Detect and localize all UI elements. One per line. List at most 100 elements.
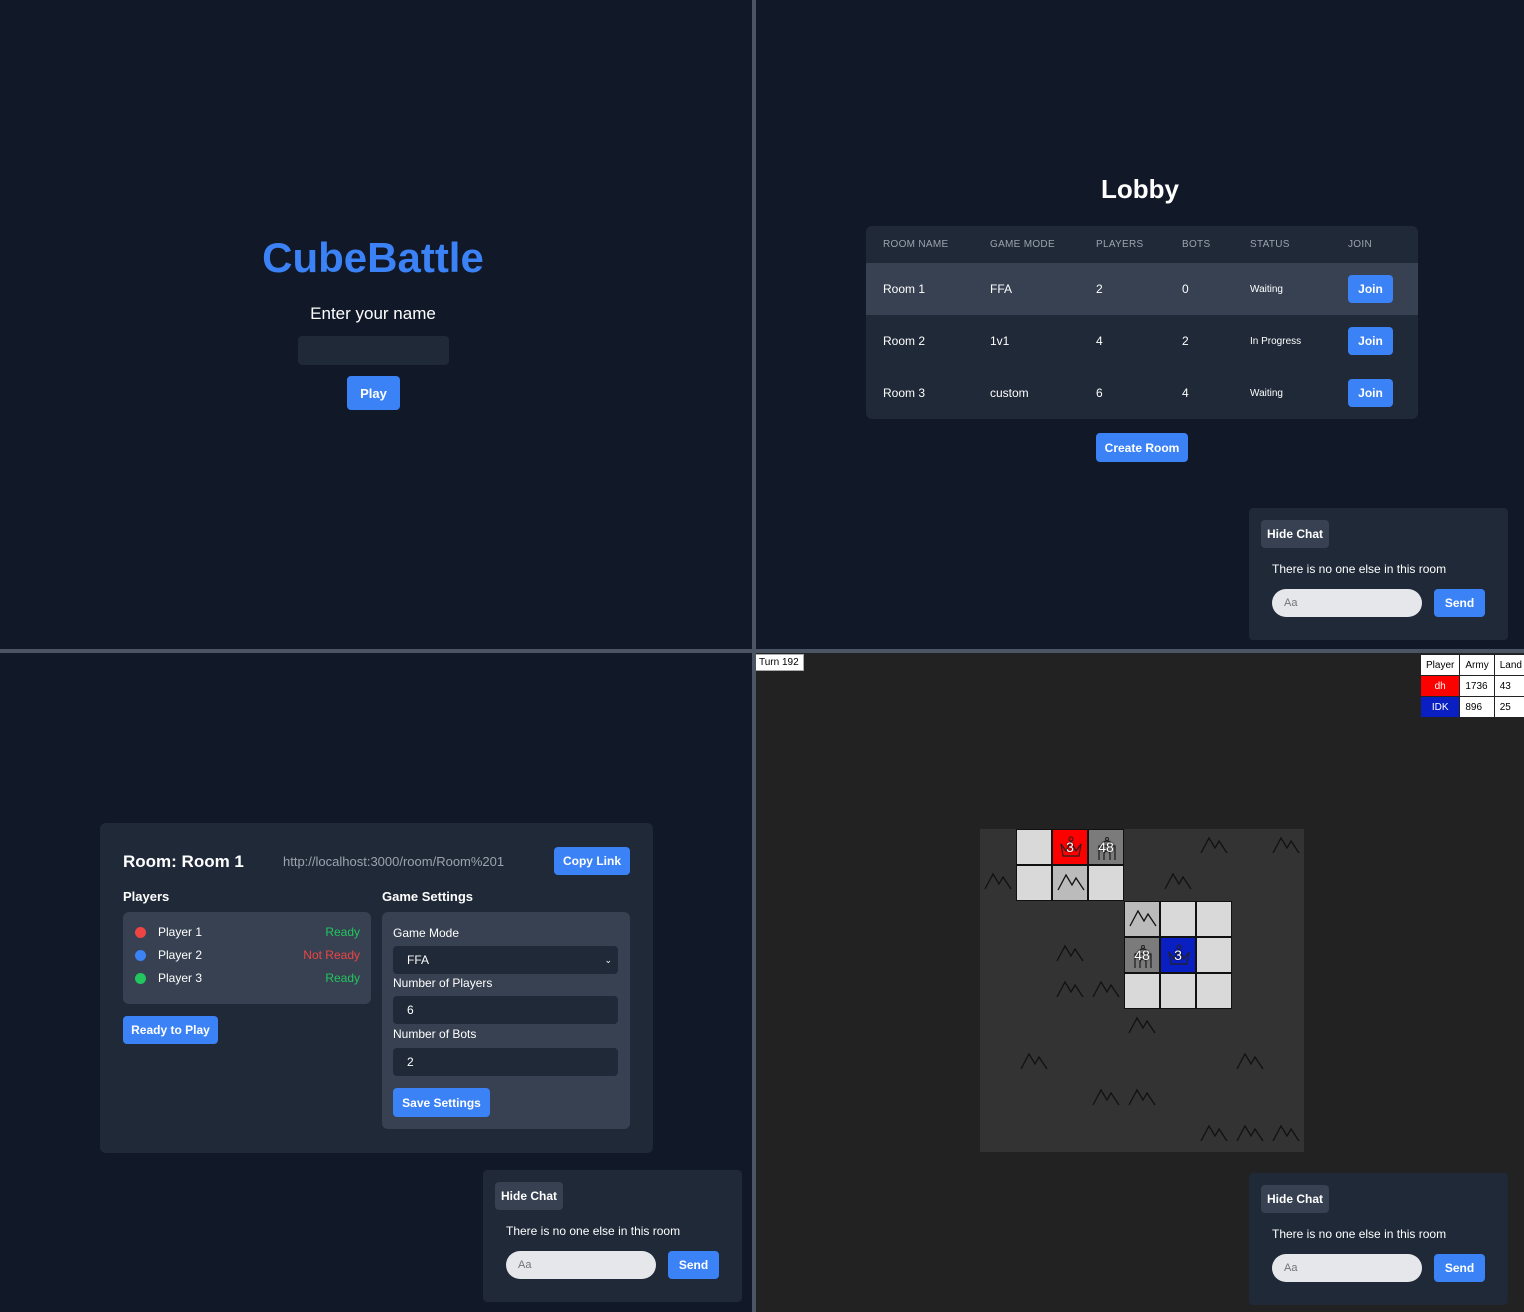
mountain-icon — [1057, 873, 1085, 891]
board-cell[interactable] — [1196, 937, 1232, 973]
send-button[interactable]: Send — [668, 1251, 719, 1279]
col-header: GAME MODE — [990, 239, 1055, 250]
col-header: JOIN — [1348, 239, 1372, 250]
player-name: Player 3 — [158, 971, 203, 985]
send-button[interactable]: Send — [1434, 589, 1485, 617]
join-button[interactable]: Join — [1348, 275, 1393, 303]
army-count: 3 — [1174, 947, 1182, 963]
player-status: Ready — [325, 971, 360, 985]
chat-input[interactable] — [1272, 589, 1422, 617]
copy-link-button[interactable]: Copy Link — [554, 847, 630, 875]
board-cell[interactable] — [1268, 1117, 1304, 1153]
board-cell[interactable] — [1160, 901, 1196, 937]
player-row: Player 1 Ready — [135, 925, 360, 939]
hide-chat-button[interactable]: Hide Chat — [1261, 1185, 1330, 1213]
board-cell[interactable] — [1052, 973, 1088, 1009]
lb-player: dh — [1419, 675, 1461, 697]
settings-panel: Game Mode FFA ⌄ Number of Players 6 Numbe… — [382, 912, 630, 1129]
board-cell[interactable]: 48 — [1124, 937, 1160, 973]
num-bots-input[interactable]: 2 — [393, 1048, 618, 1076]
lb-land: 43 — [1493, 675, 1524, 697]
room-status: Waiting — [1250, 283, 1283, 295]
board-cell[interactable] — [1196, 1117, 1232, 1153]
send-button[interactable]: Send — [1434, 1254, 1485, 1282]
chat-message: There is no one else in this room — [506, 1224, 681, 1238]
create-room-button[interactable]: Create Room — [1096, 433, 1188, 462]
num-bots-label: Number of Bots — [393, 1027, 477, 1041]
board-cell[interactable]: 3 — [1160, 937, 1196, 973]
room-mode: FFA — [990, 282, 1013, 296]
rooms-table: ROOM NAME GAME MODE PLAYERS BOTS STATUS … — [866, 226, 1418, 419]
board-cell[interactable] — [1124, 1081, 1160, 1117]
num-players-input[interactable]: 6 — [393, 996, 618, 1024]
room-name: Room 2 — [883, 334, 926, 348]
save-settings-button[interactable]: Save Settings — [393, 1088, 490, 1117]
mountain-icon — [1164, 872, 1192, 890]
board-cell[interactable] — [1232, 1045, 1268, 1081]
hide-chat-button[interactable]: Hide Chat — [495, 1182, 564, 1210]
mountain-icon — [1236, 1124, 1264, 1142]
room-link: http://localhost:3000/room/Room%201 — [283, 854, 505, 869]
room-title: Room: Room 1 — [123, 852, 244, 871]
mountain-icon — [1056, 944, 1084, 962]
board-cell[interactable]: 48 — [1088, 829, 1124, 865]
chat-input[interactable] — [506, 1251, 656, 1279]
chat-input[interactable] — [1272, 1254, 1422, 1282]
join-button[interactable]: Join — [1348, 379, 1393, 407]
board-cell[interactable] — [1088, 973, 1124, 1009]
board-cell[interactable] — [1016, 1045, 1052, 1081]
player-name: Player 1 — [158, 925, 203, 939]
mountain-icon — [1056, 980, 1084, 998]
play-button[interactable]: Play — [347, 376, 400, 410]
board-cell[interactable] — [1196, 901, 1232, 937]
lobby-screen: Lobby ROOM NAME GAME MODE PLAYERS BOTS S… — [756, 0, 1524, 649]
player-color-dot — [135, 926, 146, 938]
lb-land: 25 — [1493, 696, 1524, 718]
board-cell[interactable] — [1268, 829, 1304, 865]
lb-row: dh 1736 43 — [1419, 675, 1524, 697]
chat-panel: Hide Chat There is no one else in this r… — [1249, 508, 1508, 640]
players-heading: Players — [123, 889, 170, 904]
room-bots: 4 — [1182, 386, 1189, 400]
board-cell[interactable] — [980, 865, 1016, 901]
room-mode: 1v1 — [990, 334, 1010, 348]
col-header: PLAYERS — [1096, 239, 1144, 250]
room-players: 4 — [1096, 334, 1103, 348]
room-screen: Room: Room 1 http://localhost:3000/room/… — [0, 653, 752, 1312]
ready-button[interactable]: Ready to Play — [123, 1016, 218, 1044]
brand-title: CubeBattle — [262, 234, 484, 281]
name-input[interactable] — [298, 336, 449, 365]
board-cell[interactable] — [1124, 973, 1160, 1009]
board-cell[interactable] — [1232, 1117, 1268, 1153]
mountain-icon — [984, 872, 1012, 890]
army-count: 3 — [1066, 839, 1074, 855]
lb-army: 1736 — [1459, 675, 1495, 697]
board-cell[interactable] — [1160, 973, 1196, 1009]
army-count: 48 — [1098, 839, 1114, 855]
game-board[interactable]: 3 48 48 3 — [980, 829, 1304, 1152]
game-mode-select[interactable]: FFA ⌄ — [393, 946, 618, 974]
room-status: Waiting — [1250, 387, 1283, 399]
board-cell[interactable] — [1124, 1009, 1160, 1045]
home-screen: CubeBattle Enter your name Play — [0, 0, 752, 649]
board-cell[interactable] — [1088, 1081, 1124, 1117]
table-row: Room 2 1v1 4 2 In Progress Join — [866, 315, 1418, 367]
board-cell[interactable] — [1196, 829, 1232, 865]
col-header: ROOM NAME — [883, 239, 949, 250]
lb-header: Player — [1419, 654, 1461, 676]
board-cell[interactable] — [1016, 865, 1052, 901]
hide-chat-button[interactable]: Hide Chat — [1261, 520, 1330, 548]
mountain-icon — [1236, 1052, 1264, 1070]
board-cell[interactable]: 3 — [1052, 829, 1088, 865]
board-cell[interactable] — [1088, 865, 1124, 901]
board-cell[interactable] — [1052, 937, 1088, 973]
board-cell[interactable] — [1016, 829, 1052, 865]
board-cell[interactable] — [1124, 901, 1160, 937]
mountain-icon — [1128, 1016, 1156, 1034]
board-cell[interactable] — [1160, 865, 1196, 901]
join-button[interactable]: Join — [1348, 327, 1393, 355]
table-row: Room 1 FFA 2 0 Waiting Join — [866, 263, 1418, 315]
room-bots: 2 — [1182, 334, 1189, 348]
board-cell[interactable] — [1196, 973, 1232, 1009]
board-cell[interactable] — [1052, 865, 1088, 901]
